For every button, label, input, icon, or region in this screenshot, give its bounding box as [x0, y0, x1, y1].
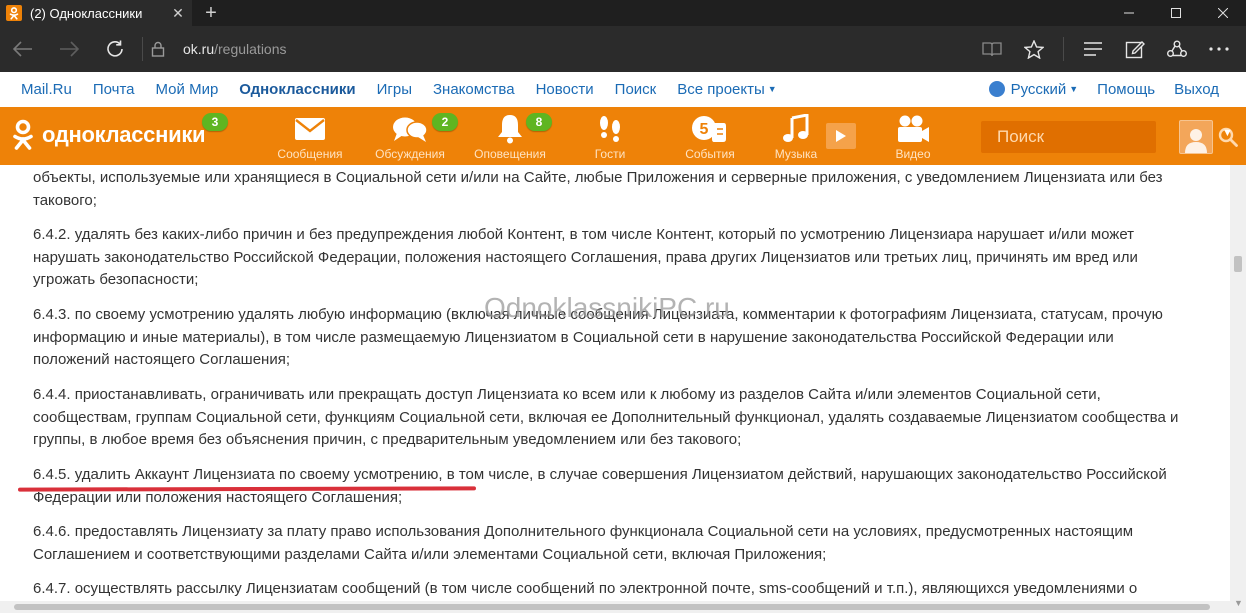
ok-search-box	[981, 121, 1238, 153]
paragraph-6-4-7: 6.4.7. осуществлять рассылку Лицензиатам…	[33, 580, 1138, 597]
nav-messages-label: Сообщения	[277, 147, 343, 161]
window-controls	[1105, 0, 1246, 26]
nav-events-label: События	[685, 147, 735, 161]
svg-text:5: 5	[700, 121, 709, 138]
back-arrow-icon	[13, 41, 32, 57]
help-link[interactable]: Помощь	[1097, 81, 1155, 98]
ok-favicon-icon	[6, 5, 22, 21]
portal-link-my-world[interactable]: Мой Мир	[156, 81, 219, 98]
toolbar-separator	[1063, 37, 1064, 61]
pen-note-icon	[1125, 41, 1145, 59]
paragraph-6-4-1-tail: объекты, используемые или хранящиеся в С…	[33, 169, 1163, 209]
nav-messages[interactable]: Сообщения	[270, 113, 350, 163]
url-field[interactable]: ok.ru/regulations	[183, 41, 287, 57]
horizontal-scrollbar-thumb[interactable]	[14, 604, 1210, 610]
portal-bar: Mail.Ru Почта Мой Мир Одноклассники Игры…	[0, 72, 1246, 107]
portal-link-games[interactable]: Игры	[377, 81, 412, 98]
hub-button[interactable]	[1072, 26, 1114, 72]
logout-link[interactable]: Выход	[1174, 81, 1219, 98]
url-host: ok.ru	[183, 41, 215, 57]
share-button[interactable]	[1156, 26, 1198, 72]
chat-bubbles-icon	[392, 113, 428, 145]
lock-icon[interactable]	[151, 41, 165, 57]
language-selector[interactable]: Русский ▼	[988, 81, 1079, 98]
ok-header: одноклассники 3 Сообщения Обсуждения 2 О…	[0, 107, 1246, 165]
star-icon	[1024, 39, 1044, 59]
regulations-content: объекты, используемые или хранящиеся в С…	[0, 165, 1230, 613]
favorite-button[interactable]	[1013, 26, 1055, 72]
watermark-text: OdnoklassnikiPC.ru	[484, 292, 730, 323]
hub-lines-icon	[1084, 42, 1102, 56]
maximize-button[interactable]	[1152, 0, 1199, 26]
bell-icon	[497, 113, 523, 145]
vertical-scrollbar-thumb[interactable]	[1234, 256, 1242, 272]
avatar[interactable]	[1179, 120, 1213, 154]
url-path: /regulations	[214, 41, 287, 57]
browser-titlebar: (2) Одноклассники ✕ +	[0, 0, 1246, 26]
video-camera-icon	[896, 113, 930, 145]
notifications-badge: 8	[526, 113, 552, 131]
minimize-button[interactable]	[1105, 0, 1152, 26]
more-button[interactable]	[1198, 26, 1240, 72]
reading-view-button[interactable]	[971, 26, 1013, 72]
paragraph-6-4-2: 6.4.2. удалять без каких-либо причин и б…	[33, 226, 1138, 288]
web-note-button[interactable]	[1114, 26, 1156, 72]
book-icon	[982, 42, 1002, 57]
music-note-icon	[782, 113, 810, 145]
vertical-scrollbar[interactable]: ▼	[1230, 165, 1246, 613]
nav-music[interactable]: Музыка	[756, 113, 836, 163]
scroll-down-arrow-icon[interactable]: ▼	[1234, 598, 1243, 608]
portal-link-odnoklassniki[interactable]: Одноклассники	[239, 81, 355, 98]
close-window-button[interactable]	[1199, 0, 1246, 26]
nav-guests-label: Гости	[594, 147, 626, 161]
portal-link-mail[interactable]: Почта	[93, 81, 135, 98]
nav-notifications-label: Оповещения	[474, 147, 546, 161]
nav-video[interactable]: Видео	[873, 113, 953, 163]
forward-arrow-icon	[60, 41, 79, 57]
envelope-icon	[294, 113, 326, 145]
logo-notification-badge: 3	[202, 113, 228, 131]
back-button[interactable]	[0, 26, 46, 72]
ok-logo-text: одноклассники	[42, 122, 206, 147]
portal-link-mailru[interactable]: Mail.Ru	[21, 81, 72, 98]
refresh-button[interactable]	[92, 26, 138, 72]
forward-button[interactable]	[46, 26, 92, 72]
language-label: Русский	[1010, 81, 1067, 98]
globe-icon	[988, 81, 1005, 97]
nav-guests[interactable]: Гости	[570, 113, 650, 163]
paragraph-6-4-4: 6.4.4. приостанавливать, ограничивать ил…	[33, 386, 1179, 448]
chevron-down-icon: ▼	[1069, 84, 1079, 94]
nav-discussions-label: Обсуждения	[375, 147, 445, 161]
ok-logo[interactable]: одноклассники	[12, 119, 206, 151]
portal-link-search[interactable]: Поиск	[615, 81, 657, 98]
ok-logo-icon	[12, 119, 34, 151]
address-separator	[142, 37, 143, 61]
nav-music-label: Музыка	[774, 147, 818, 161]
chevron-down-icon: ▼	[767, 84, 777, 94]
share-icon	[1167, 40, 1187, 57]
footprints-icon	[595, 113, 625, 145]
tab-title: (2) Одноклассники	[30, 5, 143, 21]
more-dots-icon	[1209, 47, 1229, 51]
nav-video-label: Видео	[895, 147, 931, 161]
horizontal-scrollbar[interactable]	[0, 601, 1230, 613]
all-projects-label: Все проекты	[677, 81, 765, 98]
browser-tab[interactable]: (2) Одноклассники ✕	[0, 0, 192, 26]
nav-events[interactable]: 5 События	[670, 113, 750, 163]
discussions-badge: 2	[432, 113, 458, 131]
avatar-menu-chevron-icon[interactable]: ▼	[1222, 127, 1233, 139]
portal-link-dating[interactable]: Знакомства	[433, 81, 515, 98]
paragraph-6-4-6: 6.4.6. предоставлять Лицензиату за плату…	[33, 523, 1134, 563]
new-tab-button[interactable]: +	[196, 2, 226, 25]
refresh-icon	[107, 40, 123, 57]
portal-link-news[interactable]: Новости	[536, 81, 594, 98]
play-icon[interactable]	[826, 123, 856, 149]
portal-link-all-projects[interactable]: Все проекты ▼	[677, 81, 776, 98]
browser-address-bar: ok.ru/regulations	[0, 26, 1246, 72]
tab-close-icon[interactable]: ✕	[168, 5, 188, 22]
events-icon: 5	[690, 113, 730, 145]
user-silhouette-icon	[1185, 129, 1207, 153]
